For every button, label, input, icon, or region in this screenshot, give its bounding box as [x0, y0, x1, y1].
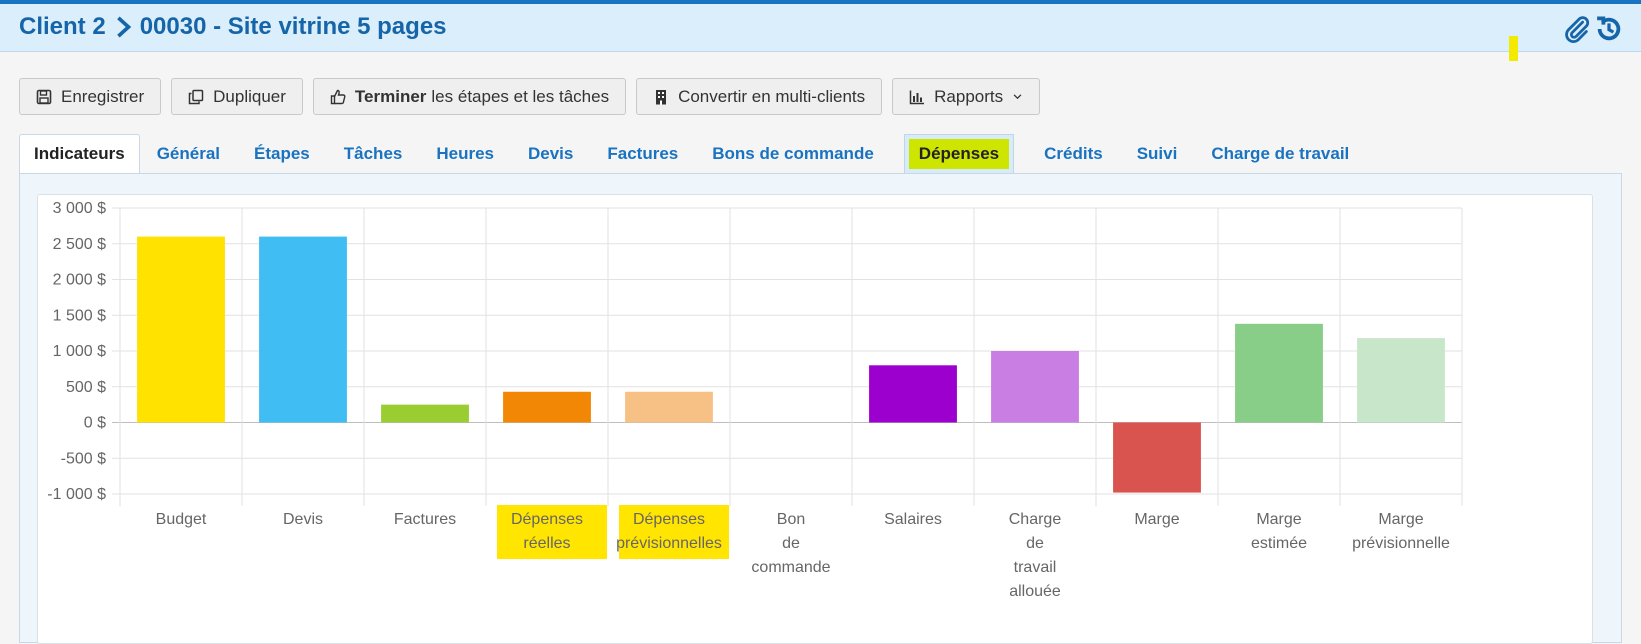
y-tick-label: 500 $: [66, 379, 106, 396]
toolbar: Enregistrer Dupliquer Terminer les étapes…: [19, 78, 1041, 115]
building-icon: [656, 89, 667, 104]
save-button[interactable]: Enregistrer: [19, 78, 162, 115]
finish-label: les étapes et les tâches: [431, 86, 610, 106]
save-icon: [36, 89, 52, 104]
tab-heures[interactable]: Heures: [419, 134, 511, 174]
tab-bar: Indicateurs Général Étapes Tâches Heures…: [19, 134, 1366, 174]
tab-depenses[interactable]: Dépenses: [903, 134, 1015, 174]
bar-6: [869, 365, 957, 423]
x-tick-label: prévisionnelles: [616, 535, 722, 552]
tab-bons-de-commande[interactable]: Bons de commande: [695, 134, 891, 174]
y-tick-label: 3 000 $: [53, 200, 106, 217]
chevron-right-icon: [112, 16, 134, 38]
tab-charge-de-travail[interactable]: Charge de travail: [1194, 134, 1366, 174]
x-tick-label: Devis: [283, 511, 323, 528]
tab-suivi[interactable]: Suivi: [1120, 134, 1195, 174]
copy-icon: [188, 89, 204, 104]
bar-1: [259, 236, 347, 423]
x-tick-label: de: [1026, 535, 1044, 552]
highlight-marker: [1509, 36, 1518, 61]
x-tick-label: Marge: [1378, 511, 1423, 528]
duplicate-button[interactable]: Dupliquer: [171, 78, 303, 115]
y-tick-label: 1 500 $: [53, 307, 106, 324]
paperclip-icon[interactable]: [1562, 14, 1592, 44]
x-tick-label: travail: [1014, 559, 1057, 576]
tab-taches[interactable]: Tâches: [327, 134, 420, 174]
tab-devis[interactable]: Devis: [511, 134, 590, 174]
x-tick-label: réelles: [523, 535, 570, 552]
y-tick-label: 2 500 $: [53, 236, 106, 253]
bar-2: [381, 404, 469, 423]
thumbs-up-icon: [330, 89, 346, 104]
bar-7: [991, 351, 1079, 423]
bar-4: [625, 391, 713, 423]
x-tick-label: Bon: [777, 511, 805, 528]
bar-10: [1357, 338, 1445, 423]
bar-8: [1113, 422, 1201, 493]
bar-9: [1235, 323, 1323, 423]
bar-0: [137, 236, 225, 423]
chevron-down-icon: [1013, 94, 1022, 100]
tab-etapes[interactable]: Étapes: [237, 134, 327, 174]
finish-bold-label: Terminer: [354, 86, 427, 106]
y-tick-label: -1 000 $: [47, 486, 106, 503]
page-header: Client 2 00030 - Site vitrine 5 pages: [0, 4, 1641, 52]
x-tick-label: de: [782, 535, 800, 552]
x-tick-label: Charge: [1009, 511, 1062, 528]
reports-label: Rapports: [934, 86, 1004, 106]
x-tick-label: Marge: [1134, 511, 1179, 528]
bar-chart-icon: [909, 90, 925, 104]
reports-dropdown[interactable]: Rapports: [892, 78, 1041, 115]
convert-label: Convertir en multi-clients: [678, 86, 866, 106]
x-tick-label: commande: [751, 559, 830, 576]
x-tick-label: Budget: [156, 511, 207, 528]
x-tick-label: estimée: [1251, 535, 1307, 552]
x-tick-label: Salaires: [884, 511, 942, 528]
duplicate-label: Dupliquer: [213, 86, 286, 106]
page-title: Client 2 00030 - Site vitrine 5 pages: [19, 13, 447, 41]
chart-card: 3 000 $ 2 500 $ 2 000 $ 1 500 $ 1 000 $ 500 $…: [37, 194, 1593, 644]
y-tick-label: 1 000 $: [53, 343, 106, 360]
bar-3: [503, 391, 591, 423]
x-tick-label: prévisionnelle: [1352, 535, 1450, 552]
tab-credits[interactable]: Crédits: [1027, 134, 1120, 174]
finish-steps-button[interactable]: Terminer les étapes et les tâches: [312, 78, 627, 115]
breadcrumb-client[interactable]: Client 2: [19, 13, 106, 41]
x-tick-label: allouée: [1009, 583, 1061, 600]
y-tick-label: -500 $: [61, 450, 106, 467]
x-tick-label: Factures: [394, 511, 456, 528]
y-tick-label: 0 $: [84, 415, 106, 432]
history-icon[interactable]: [1594, 14, 1624, 44]
tab-factures[interactable]: Factures: [590, 134, 695, 174]
tab-depenses-label: Dépenses: [908, 139, 1010, 169]
indicators-bar-chart: 3 000 $ 2 500 $ 2 000 $ 1 500 $ 1 000 $ 500 $…: [47, 200, 1463, 600]
save-label: Enregistrer: [61, 86, 145, 106]
tab-indicateurs[interactable]: Indicateurs: [19, 134, 140, 174]
x-tick-label: Dépenses: [633, 511, 705, 528]
x-tick-label: Marge: [1256, 511, 1301, 528]
tab-general[interactable]: Général: [140, 134, 237, 174]
breadcrumb-project: 00030 - Site vitrine 5 pages: [139, 13, 447, 40]
x-tick-label: Dépenses: [511, 511, 583, 528]
convert-multi-client-button[interactable]: Convertir en multi-clients: [636, 78, 883, 115]
y-tick-label: 2 000 $: [53, 272, 106, 289]
